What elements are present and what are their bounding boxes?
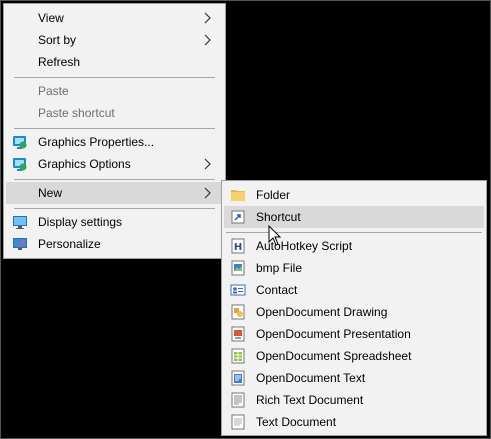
menu-item-label: Personalize [38,237,101,251]
chevron-right-icon [204,34,211,46]
submenu-item-label: OpenDocument Text [256,371,366,385]
odp-icon [231,326,245,342]
odg-icon [231,304,245,320]
submenu-item-opendocument-text[interactable]: OpenDocument Text [224,367,484,389]
menu-item-label: Refresh [38,55,81,69]
menu-item-personalize[interactable]: Personalize [6,233,223,255]
submenu-item-label: OpenDocument Spreadsheet [256,349,412,363]
menu-item-label: Paste [38,84,69,98]
menu-item-label: Paste shortcut [38,106,115,120]
menu-separator [14,77,215,78]
menu-separator [226,232,482,233]
submenu-item-opendocument-drawing[interactable]: OpenDocument Drawing [224,301,484,323]
ods-icon [231,348,245,364]
contact-icon [230,284,246,296]
menu-item-label: New [38,186,63,200]
odt-icon [231,370,245,386]
menu-item-paste-shortcut[interactable]: Paste shortcut [6,102,223,124]
menu-item-label: Sort by [38,33,77,47]
chevron-right-icon [204,12,211,24]
submenu-item-text-document[interactable]: Text Document [224,411,484,433]
submenu-item-shortcut[interactable]: Shortcut [224,206,484,228]
bmp-file-icon [231,260,245,276]
desktop-context-menu: View Sort by Refresh Paste Paste shortcu… [3,3,226,259]
submenu-item-opendocument-presentation[interactable]: OpenDocument Presentation [224,323,484,345]
submenu-item-bmp-file[interactable]: bmp File [224,257,484,279]
intel-graphics-icon [13,158,27,171]
menu-item-new[interactable]: New [6,182,223,204]
menu-item-display-settings[interactable]: Display settings [6,211,223,233]
submenu-item-label: Text Document [256,415,337,429]
menu-separator [14,179,215,180]
menu-item-sort-by[interactable]: Sort by [6,29,223,51]
rtf-icon [231,392,245,408]
menu-item-label: Graphics Properties... [38,135,155,149]
folder-icon [231,190,245,201]
shortcut-icon [231,210,245,224]
menu-item-label: Display settings [38,215,123,229]
submenu-item-folder[interactable]: Folder [224,184,484,206]
menu-item-label: Graphics Options [38,157,131,171]
personalize-icon [13,238,27,250]
menu-separator [14,208,215,209]
autohotkey-icon: H [231,238,245,254]
txt-icon [231,414,245,430]
menu-item-refresh[interactable]: Refresh [6,51,223,73]
submenu-item-label: OpenDocument Drawing [256,305,388,319]
display-settings-icon [13,216,27,229]
mouse-cursor-icon [268,225,282,246]
menu-item-graphics-options[interactable]: Graphics Options [6,153,223,175]
submenu-item-rich-text-document[interactable]: Rich Text Document [224,389,484,411]
menu-item-label: View [38,11,64,25]
menu-item-paste[interactable]: Paste [6,80,223,102]
chevron-right-icon [204,158,211,170]
intel-graphics-icon [13,136,27,149]
submenu-item-label: bmp File [256,261,303,275]
submenu-item-autohotkey-script[interactable]: H AutoHotkey Script [224,235,484,257]
submenu-item-label: Contact [256,283,298,297]
submenu-item-opendocument-spreadsheet[interactable]: OpenDocument Spreadsheet [224,345,484,367]
menu-item-graphics-properties[interactable]: Graphics Properties... [6,131,223,153]
new-submenu: Folder Shortcut H AutoHotkey Script bmp … [221,180,487,436]
submenu-item-contact[interactable]: Contact [224,279,484,301]
submenu-item-label: Rich Text Document [256,393,364,407]
menu-separator [14,128,215,129]
chevron-right-icon [204,187,211,199]
submenu-item-label: Folder [256,188,291,202]
menu-item-view[interactable]: View [6,7,223,29]
submenu-item-label: OpenDocument Presentation [256,327,411,341]
svg-text:H: H [234,242,242,253]
